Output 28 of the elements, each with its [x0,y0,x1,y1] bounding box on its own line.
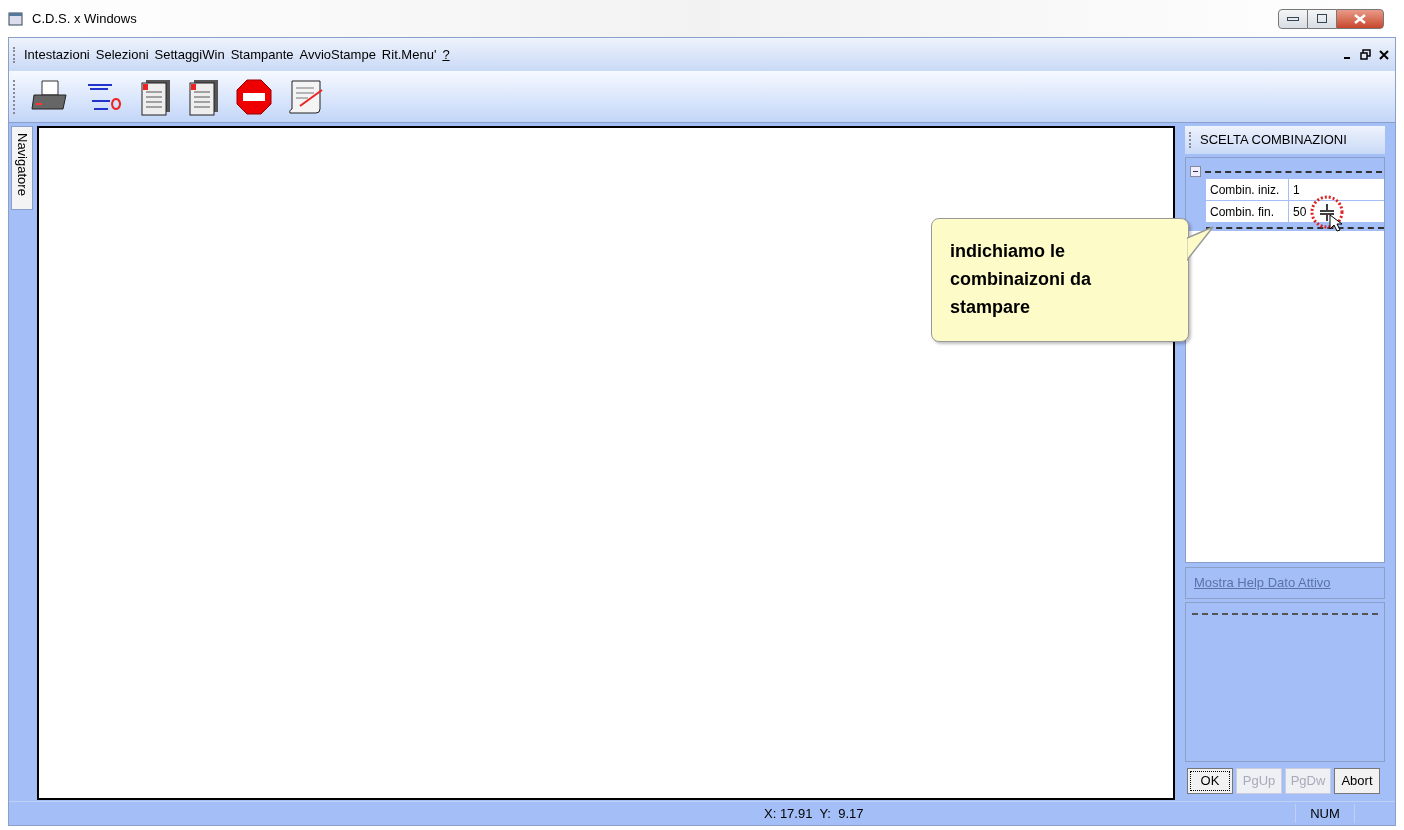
dialog-button[interactable]: Abort [1334,768,1380,794]
app-icon [8,10,24,27]
property-label: Combin. fin. [1206,201,1289,222]
close-icon[interactable] [1379,49,1389,60]
minimize-button[interactable] [1278,8,1308,29]
callout-text: indichiamo le combinaizoni da stampare [950,240,1092,319]
navigator-tab[interactable]: Navigatore [11,126,33,210]
menu-item[interactable]: SettaggiWin [154,44,225,65]
panel-title: SCELTA COMBINAZIONI [1200,131,1347,150]
collapse-toggle[interactable] [1190,166,1201,177]
close-button[interactable] [1336,8,1384,29]
dialog-button[interactable]: OK [1187,768,1233,794]
menu-item[interactable]: AvvioStampe [299,44,376,65]
property-label: Combin. iniz. [1206,179,1289,200]
menu-item[interactable]: Stampante [230,44,294,65]
num-lock-indicator: NUM [1310,805,1340,821]
restore-icon[interactable] [1360,49,1371,60]
stop-sign-icon[interactable] [236,78,272,115]
property-value[interactable]: 50 [1289,201,1307,222]
menu-item[interactable]: Rit.Menu' [381,44,437,65]
window-title: C.D.S. x Windows [32,9,137,28]
menu-item[interactable]: ? [442,44,450,65]
menu-item[interactable]: Intestazioni [24,44,90,65]
close-icon [1354,13,1366,24]
maximize-button[interactable] [1308,8,1336,29]
property-value[interactable]: 1 [1289,179,1300,200]
menu-item[interactable]: Selezioni [95,44,149,65]
cursor-coordinates: X: 17.91 Y: 9.17 [764,804,864,823]
